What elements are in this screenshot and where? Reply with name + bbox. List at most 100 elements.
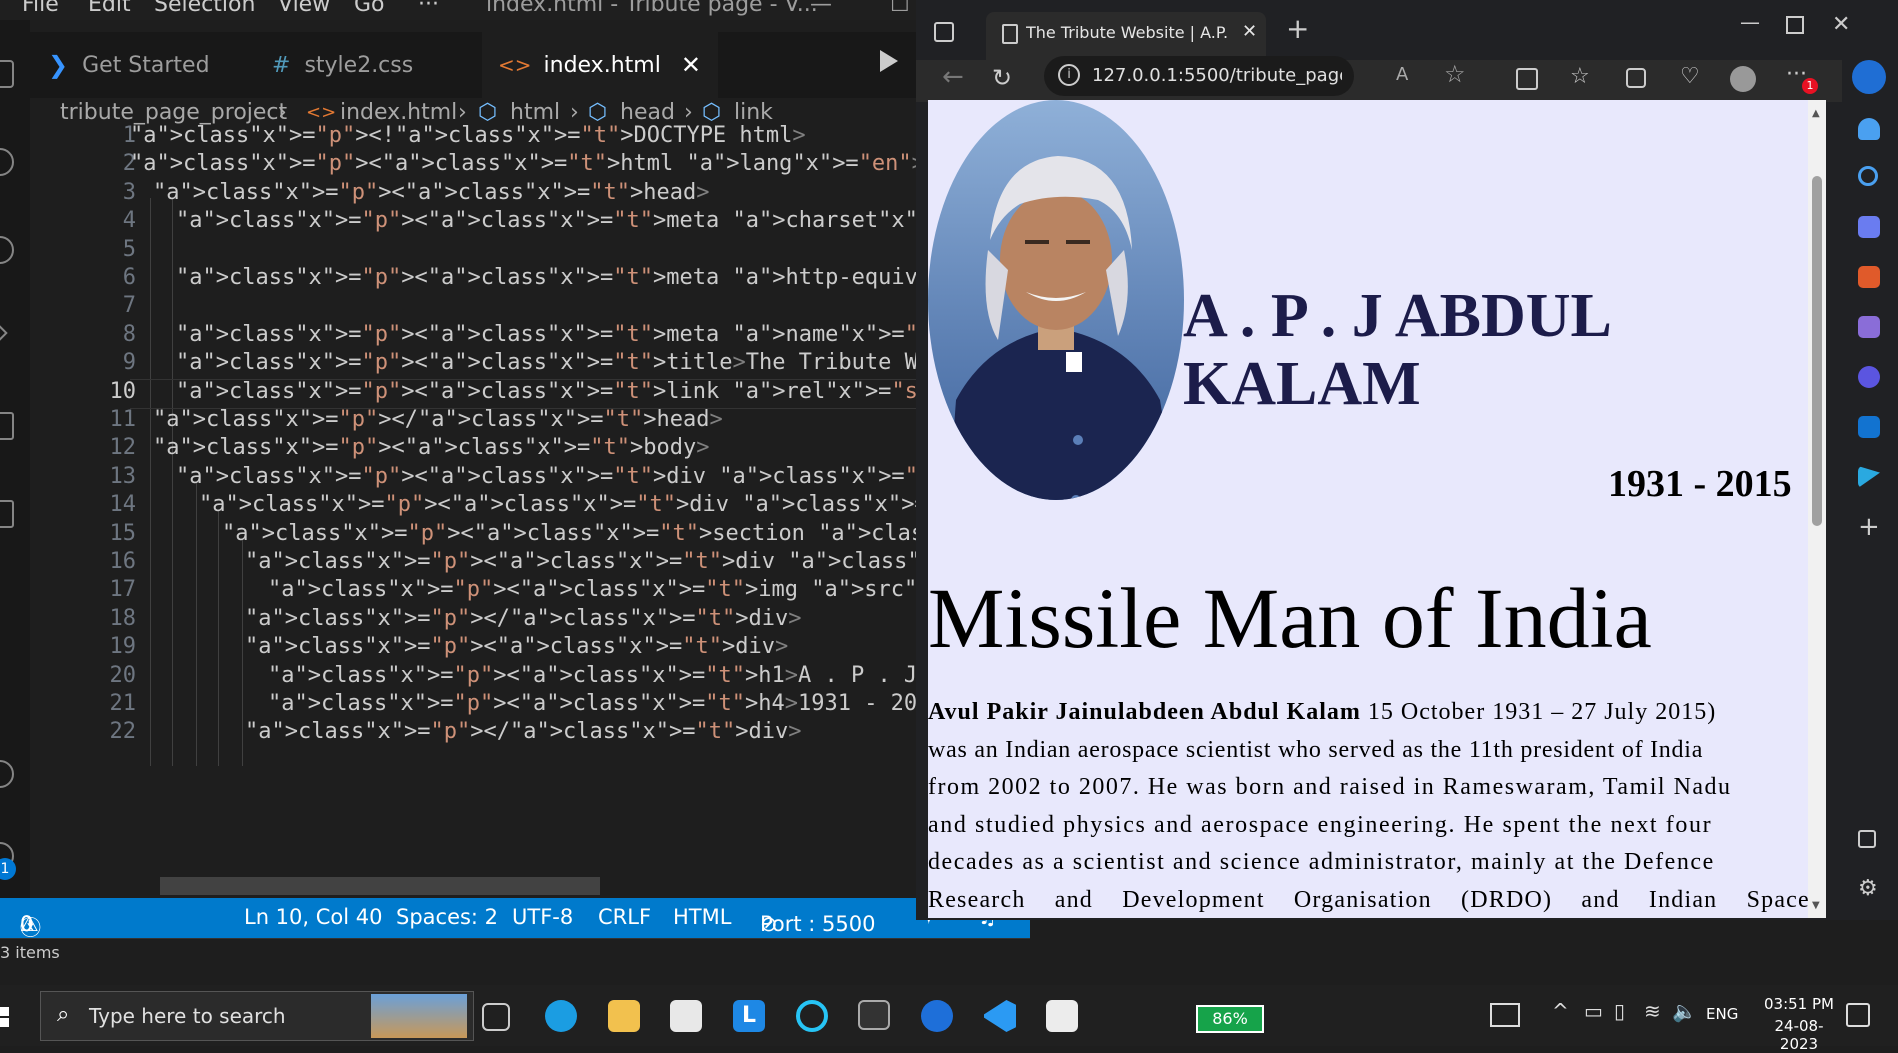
tab-index-html[interactable]: <> index.html ✕ xyxy=(482,32,718,98)
mail-icon[interactable] xyxy=(670,1000,702,1032)
breadcrumb-link[interactable]: link xyxy=(734,100,773,125)
code-line[interactable]: "a">class"x">="p"></"a">class"x">="t">di… xyxy=(245,719,801,744)
battery-indicator[interactable]: 86% xyxy=(1196,1005,1264,1033)
info-icon[interactable]: i xyxy=(1058,64,1080,86)
horizontal-scrollbar-thumb[interactable] xyxy=(160,877,600,895)
add-favorite-icon[interactable]: ☆ xyxy=(1444,60,1466,88)
copilot-icon[interactable] xyxy=(1852,60,1886,94)
code-line[interactable]: "a">class"x">="p"><"a">class"x">="t">div… xyxy=(245,549,1030,574)
clock[interactable]: 03:51 PM 24-08-2023 xyxy=(1756,995,1842,1053)
menu-more[interactable]: ··· xyxy=(418,0,439,17)
language-mode[interactable]: HTML xyxy=(673,905,731,929)
cursor-position[interactable]: Ln 10, Col 40 xyxy=(244,905,383,929)
browser-essentials-icon[interactable]: ♡ xyxy=(1680,64,1700,89)
breadcrumb-html[interactable]: html xyxy=(510,100,560,125)
page-scrollbar[interactable]: ▲ ▼ xyxy=(1808,100,1826,918)
code-line[interactable]: "a">class"x">="p"><"a">class"x">="t">hea… xyxy=(153,180,709,205)
search-icon[interactable] xyxy=(1858,166,1878,186)
notifications-icon[interactable] xyxy=(1858,118,1880,140)
maximize-icon[interactable]: ☐ xyxy=(890,0,910,17)
wifi-icon[interactable]: ≋ xyxy=(1644,999,1661,1023)
file-explorer-icon[interactable] xyxy=(608,1000,640,1032)
input-language[interactable]: ENG xyxy=(1706,1005,1738,1023)
outlook-icon[interactable] xyxy=(1858,416,1880,438)
profile-avatar-icon[interactable] xyxy=(1730,66,1756,92)
code-line[interactable]: "a">class"x">="p"></"a">class"x">="t">di… xyxy=(245,606,801,631)
close-window-icon[interactable]: ✕ xyxy=(1832,12,1850,37)
code-line[interactable]: "a">class"x">="p"><"a">class"x">="t">tit… xyxy=(176,350,1030,375)
edge-taskbar-icon[interactable] xyxy=(545,1000,577,1032)
hide-sidebar-icon[interactable] xyxy=(1858,830,1876,848)
code-line[interactable]: "a">class"x">="p"><"a">class"x">="t">bod… xyxy=(153,435,709,460)
split-screen-icon[interactable] xyxy=(1516,68,1538,90)
taskbar-search-box[interactable]: ⌕ Type here to search xyxy=(40,991,474,1041)
tab-actions-icon[interactable] xyxy=(934,22,954,42)
close-tab-icon[interactable]: ✕ xyxy=(681,51,701,79)
games-icon[interactable] xyxy=(1858,316,1880,338)
favorites-icon[interactable]: ☆ xyxy=(1570,64,1590,89)
code-line[interactable]: "a">class"x">="p"><"a">class"x">="t">met… xyxy=(176,322,1030,347)
minimize-icon[interactable]: — xyxy=(810,0,832,17)
breadcrumb-file[interactable]: index.html xyxy=(340,100,457,125)
send-icon[interactable] xyxy=(1858,466,1880,488)
keyboard-icon[interactable] xyxy=(1490,1003,1520,1027)
scroll-up-arrow[interactable]: ▲ xyxy=(1812,108,1820,119)
code-line[interactable]: "a">class"x">="p"><"a">class"x">="t">met… xyxy=(176,265,1030,290)
cortana-icon[interactable] xyxy=(796,1000,828,1032)
remote-explorer-icon[interactable] xyxy=(0,500,14,528)
tab-style2-css[interactable]: # style2.css xyxy=(256,32,471,98)
tab-get-started[interactable]: ❯ Get Started xyxy=(30,32,250,98)
explorer-icon[interactable] xyxy=(0,60,14,88)
indentation[interactable]: Spaces: 2 xyxy=(396,905,498,929)
new-tab-icon[interactable]: + xyxy=(1286,12,1309,45)
windows-start-icon[interactable] xyxy=(0,1007,9,1027)
source-control-icon[interactable] xyxy=(0,236,14,264)
encoding[interactable]: UTF-8 xyxy=(512,905,573,929)
menu-selection[interactable]: Selection xyxy=(154,0,255,17)
code-line[interactable]: "a">class"x">="p"><"a">class"x">="t">lin… xyxy=(176,379,1030,404)
code-line[interactable]: "a">class"x">="p"><"a">class"x">="t">div… xyxy=(245,634,788,659)
run-debug-icon[interactable] xyxy=(0,320,8,346)
device-icon[interactable]: ▯ xyxy=(1614,999,1625,1023)
extensions-icon[interactable] xyxy=(0,412,14,440)
address-bar[interactable]: i 127.0.0.1:5500/tribute_page_proje... xyxy=(1044,56,1354,96)
back-icon[interactable]: ← xyxy=(942,62,964,92)
refresh-icon[interactable]: ↻ xyxy=(992,64,1012,92)
code-line[interactable]: "a">class"x">="p"><"a">class"x">="t">sec… xyxy=(222,521,1030,546)
account-icon[interactable] xyxy=(0,760,14,788)
line-ending[interactable]: CRLF xyxy=(598,905,651,929)
sidebar-settings-icon[interactable]: ⚙ xyxy=(1858,876,1878,901)
collections-icon[interactable] xyxy=(1626,68,1646,88)
minimize-icon[interactable]: — xyxy=(1740,10,1760,34)
word-icon[interactable] xyxy=(921,1000,953,1032)
microsoft-365-icon[interactable] xyxy=(1858,366,1880,388)
scrollbar-thumb[interactable] xyxy=(1812,176,1822,526)
menu-file[interactable]: File xyxy=(22,0,59,17)
breadcrumb-head[interactable]: head xyxy=(620,100,675,125)
browser-tab[interactable]: The Tribute Website | A.P. J Abdu ✕ xyxy=(986,12,1266,60)
vscode-taskbar-icon[interactable] xyxy=(984,1000,1016,1032)
action-center-icon[interactable] xyxy=(1846,1003,1870,1027)
menu-edit[interactable]: Edit xyxy=(88,0,131,17)
add-sidebar-app-icon[interactable]: + xyxy=(1858,512,1880,542)
chevron-up-icon[interactable]: ^ xyxy=(1552,999,1569,1023)
code-line[interactable]: "a">class"x">="p"><"a">class"x">="t">div… xyxy=(176,464,1030,489)
read-aloud-icon[interactable]: A xyxy=(1396,64,1408,85)
maximize-icon[interactable] xyxy=(1786,16,1804,34)
code-line[interactable]: "a">class"x">="p"><"a">class"x">="t">met… xyxy=(176,208,1030,233)
code-line[interactable]: "a">class"x">="p"><"a">class"x">="t">htm… xyxy=(130,151,925,176)
url-text[interactable]: 127.0.0.1:5500/tribute_page_proje... xyxy=(1092,65,1342,86)
menu-go[interactable]: Go xyxy=(354,0,385,17)
battery-tray-icon[interactable]: ▭ xyxy=(1584,999,1603,1023)
task-view-icon[interactable] xyxy=(482,1003,510,1031)
volume-icon[interactable]: 🔈 xyxy=(1672,999,1697,1023)
code-editor[interactable]: 1 "a">class"x">="p"><!"a">class"x">="t">D… xyxy=(30,123,1030,897)
tools-icon[interactable] xyxy=(1858,266,1880,288)
run-icon[interactable] xyxy=(880,50,898,72)
code-line[interactable]: "a">class"x">="p"><"a">class"x">="t">div… xyxy=(199,492,1030,517)
l-app-icon[interactable]: L xyxy=(733,1000,765,1032)
close-tab-icon[interactable]: ✕ xyxy=(1242,21,1257,42)
shopping-icon[interactable] xyxy=(1858,216,1880,238)
terminal-icon[interactable] xyxy=(858,1000,890,1030)
breadcrumb-folder[interactable]: tribute_page_project xyxy=(60,100,287,125)
